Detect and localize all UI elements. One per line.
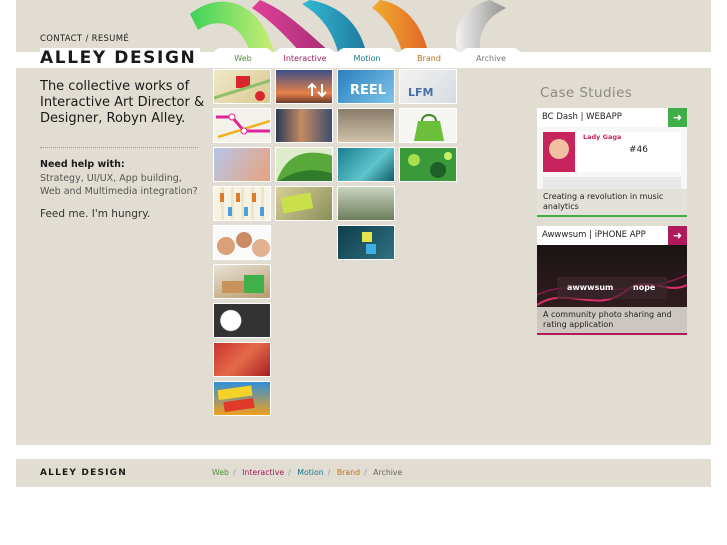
tab-web[interactable]: Web: [213, 48, 273, 68]
footer-separator: /: [288, 468, 291, 477]
reel-graphic: REEL: [350, 83, 386, 98]
metro-line-graphic: [216, 113, 270, 139]
card-graphic: [280, 192, 314, 214]
portrait-circles-graphic: [217, 232, 270, 257]
thumb-reel[interactable]: REEL: [337, 69, 395, 104]
case-study-image: Lady Gaga #46 Creating a revolution in m…: [537, 127, 687, 215]
thumb-house-interior[interactable]: [337, 108, 395, 143]
top-links: CONTACT / RESUMÉ: [40, 34, 129, 44]
screen-label-nope: nope: [633, 283, 656, 292]
resume-link[interactable]: RESUMÉ: [92, 34, 129, 44]
footer-separator: /: [327, 468, 331, 477]
thumb-map-collage[interactable]: [213, 69, 271, 104]
site-logo[interactable]: ALLEY DESIGN: [40, 48, 201, 68]
tab-motion[interactable]: Motion: [337, 48, 397, 68]
help-heading: Need help with:: [40, 159, 125, 170]
footer-link-brand[interactable]: Brand: [337, 468, 360, 477]
thumb-sunset-video[interactable]: [275, 69, 333, 104]
thumb-business-card[interactable]: [275, 186, 333, 221]
thumb-portrait-circles[interactable]: [213, 225, 271, 260]
divider: [40, 147, 198, 148]
case-study-caption: Creating a revolution in music analytics: [537, 189, 687, 215]
tagline: The collective works of Interactive Art …: [40, 79, 205, 126]
factory-tour-graphic: [217, 385, 255, 413]
svg-text:REEL: REEL: [350, 83, 386, 98]
feed-me-text: Feed me. I'm hungry.: [40, 208, 151, 220]
thumb-green-leaf[interactable]: [275, 147, 333, 182]
tab-brand[interactable]: Brand: [399, 48, 459, 68]
ribbon-graphic: [190, 0, 506, 52]
case-studies-title: Case Studies: [540, 85, 633, 101]
arrows-icon: [307, 82, 327, 98]
footer-link-interactive[interactable]: Interactive: [242, 468, 284, 477]
case-study-header: BC Dash | WEBAPP ➜: [537, 108, 687, 127]
footer-separator: /: [233, 468, 236, 477]
blocks-graphic: [362, 232, 376, 254]
typography-graphic: LFM: [408, 86, 433, 99]
footer-link-web[interactable]: Web: [212, 468, 229, 477]
contact-link[interactable]: CONTACT: [40, 34, 82, 44]
map-collage-graphic: [214, 76, 270, 101]
footer-nav: Web / Interactive / Motion / Brand / Archive: [212, 468, 402, 477]
card-accent-line: [537, 333, 687, 335]
thumb-factory-tour[interactable]: [213, 381, 271, 416]
tote-graphic: [414, 114, 444, 141]
pattern-graphic: [408, 152, 452, 178]
case-study-card-bcdash[interactable]: BC Dash | WEBAPP ➜ Lady Gaga #46 Creatin…: [537, 108, 687, 217]
thumb-metro-line[interactable]: [213, 108, 271, 143]
thumb-green-tote[interactable]: [399, 108, 457, 143]
svg-text:LFM: LFM: [408, 86, 433, 99]
thumb-typography-cards[interactable]: LFM: [399, 69, 457, 104]
card-accent-line: [537, 215, 687, 217]
thumb-poster-faces[interactable]: [213, 303, 271, 338]
footer-link-archive[interactable]: Archive: [373, 468, 402, 477]
thumb-green-pattern[interactable]: [399, 147, 457, 182]
thumb-tree-photo[interactable]: [337, 186, 395, 221]
thumb-face-closeup[interactable]: [275, 108, 333, 143]
footer-link-motion[interactable]: Motion: [297, 468, 323, 477]
case-study-caption: A community photo sharing and rating app…: [537, 307, 687, 333]
tab-interactive[interactable]: Interactive: [275, 48, 335, 68]
footer-logo[interactable]: ALLEY DESIGN: [40, 468, 127, 478]
footer: ALLEY DESIGN Web / Interactive / Motion / B…: [16, 459, 711, 487]
thumb-red-typography[interactable]: [213, 342, 271, 377]
help-text: Strategy, UI/UX, App building, Web and M…: [40, 173, 198, 197]
figure-grid-graphic: [220, 193, 264, 216]
case-study-title: BC Dash | WEBAPP: [542, 112, 622, 122]
case-study-header: Awwwsum | iPHONE APP ➜: [537, 226, 687, 245]
case-study-card-awwwsum[interactable]: Awwwsum | iPHONE APP ➜ awwwsum nope A co…: [537, 226, 687, 335]
thumb-green-packaging[interactable]: [213, 264, 271, 299]
packaging-graphic: [222, 275, 264, 293]
thumb-teal-texture[interactable]: [337, 147, 395, 182]
thumb-abc-blocks[interactable]: [337, 225, 395, 260]
case-study-title: Awwwsum | iPHONE APP: [542, 230, 646, 240]
arrow-right-icon[interactable]: ➜: [668, 226, 687, 245]
thumb-illustrated-people[interactable]: [213, 147, 271, 182]
screen-label-app: awwwsum: [567, 283, 614, 292]
arrow-right-icon[interactable]: ➜: [668, 108, 687, 127]
footer-separator: /: [364, 468, 367, 477]
thumb-figure-grid[interactable]: [213, 186, 271, 221]
category-tabs: Web Interactive Motion Brand Archive: [213, 48, 523, 68]
tab-archive[interactable]: Archive: [461, 48, 521, 68]
screen-label-artist: Lady Gaga: [583, 133, 622, 141]
case-study-image: awwwsum nope A community photo sharing a…: [537, 245, 687, 333]
leaf-graphic: [276, 152, 332, 181]
screen-label-rank: #46: [629, 145, 648, 155]
